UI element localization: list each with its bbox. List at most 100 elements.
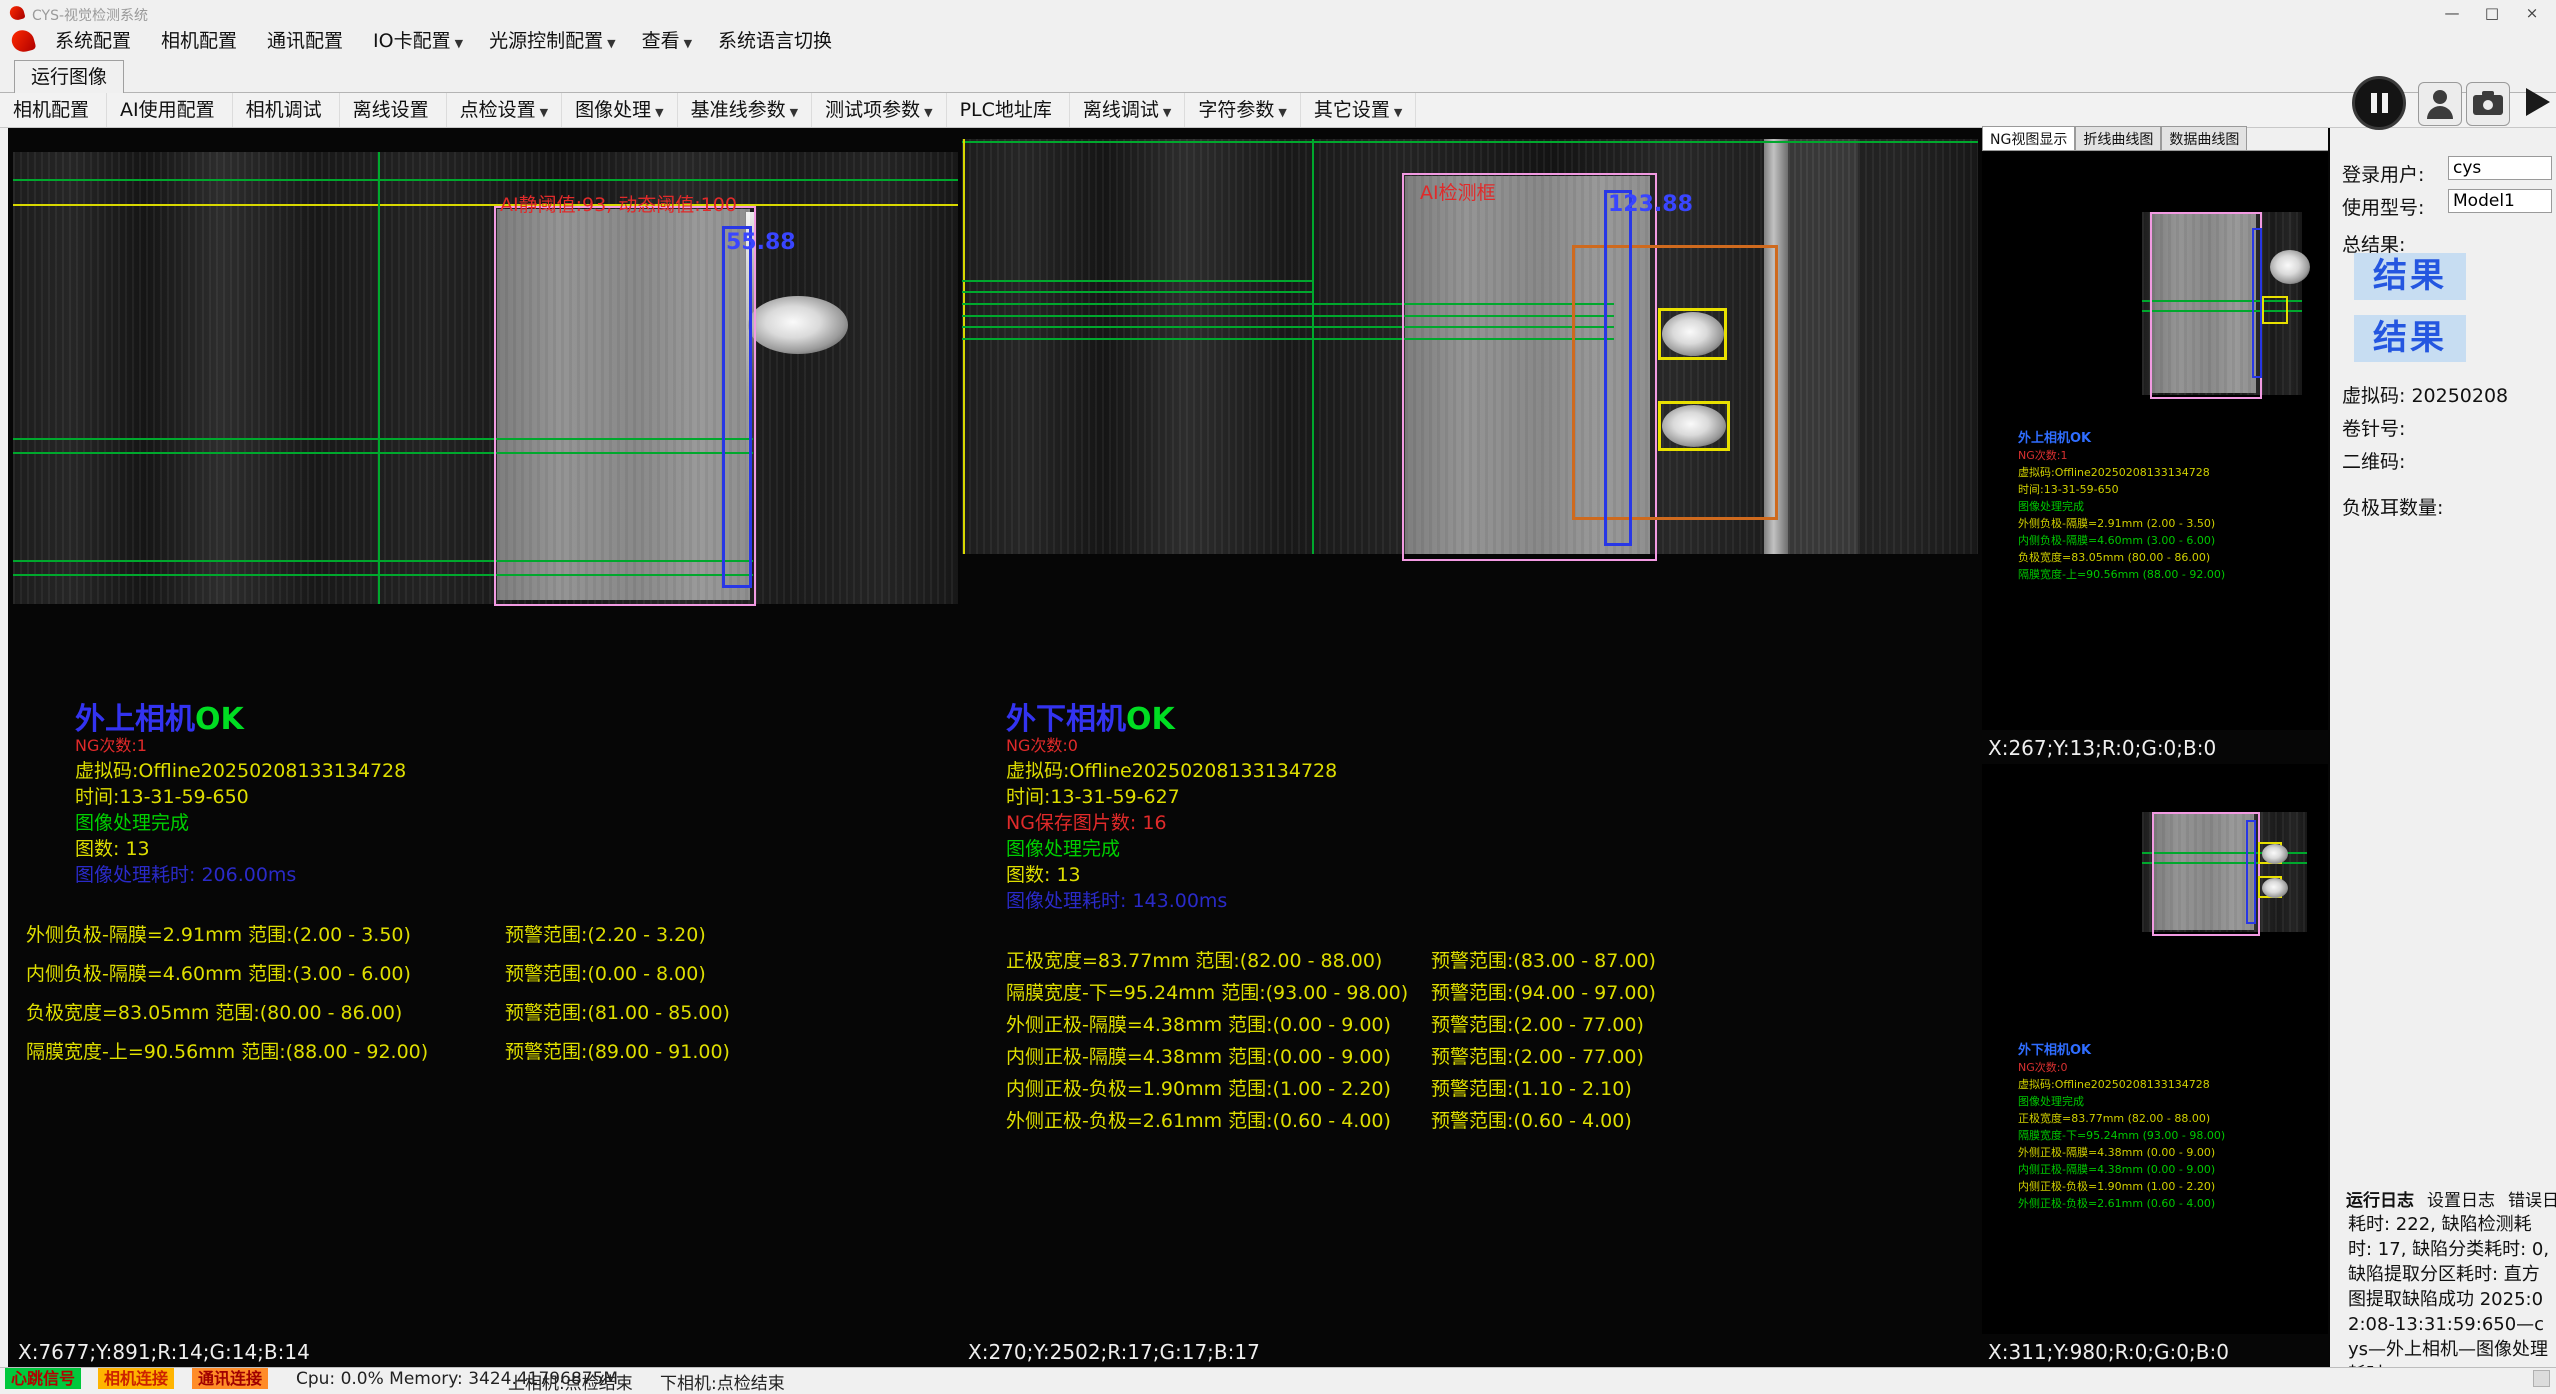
preview-text-line: NG次数:0 [2018, 1059, 2324, 1076]
toolbar-item[interactable]: 点检设置▼ [447, 93, 562, 127]
preview-text-line: 图像处理完成 [2018, 1093, 2324, 1110]
toolbar-item-label: 测试项参数 [825, 99, 920, 121]
reference-overlay-line [963, 139, 965, 554]
time-text: 时间:13-31-59-650 [75, 782, 249, 809]
anode-tab-count-label: 负极耳数量: [2342, 493, 2443, 520]
tab-detect-box [1658, 308, 1727, 360]
menu-item-label: 光源控制配置 [489, 30, 603, 52]
ng-preview-upper-text: 外上相机OKNG次数:1虚拟码:Offline20250208133134728… [2018, 430, 2324, 583]
warning-range-text: 预警范围:(0.00 - 8.00) [505, 959, 706, 986]
measurement-row: 隔膜宽度-上=90.56mm 范围:(88.00 - 92.00) 预警范围:(… [26, 1037, 956, 1076]
toolbar-item-label: 其它设置 [1314, 99, 1390, 121]
login-user-field[interactable] [2448, 156, 2552, 180]
camera-icon-top [2482, 91, 2494, 96]
pause-button[interactable] [2352, 76, 2406, 130]
toolbar-item[interactable]: 离线设置 [340, 93, 447, 127]
toolbar-item-label: 图像处理 [575, 99, 651, 121]
mini-detect-box [2152, 812, 2260, 936]
chevron-down-icon: ▼ [607, 37, 615, 50]
preview-text-line: 外侧负极-隔膜=2.91mm (2.00 - 3.50) [2018, 515, 2324, 532]
heartbeat-badge: 心跳信号 [5, 1368, 81, 1389]
preview-lower-coords: X:311;Y:980;R:0;G:0;B:0 [1988, 1340, 2229, 1364]
measurement-value-text: 负极宽度=83.05mm 范围:(80.00 - 86.00) [26, 998, 402, 1025]
edge-detect-box [722, 226, 752, 588]
menu-item-label: 查看 [642, 30, 680, 52]
log-tab-strip: 运行日志设置日志错误日志 [2346, 1186, 2556, 1211]
maximize-button[interactable]: □ [2472, 0, 2512, 26]
upper-cam-check-text: 上相机:点检结束 [508, 1369, 633, 1394]
cursor-arrow-icon[interactable] [2526, 88, 2550, 116]
chevron-down-icon: ▼ [790, 106, 798, 119]
time-text: 时间:13-31-59-627 [1006, 782, 1180, 809]
preview-text-line: 外下相机OK [2018, 1042, 2324, 1059]
edge-detect-box [1604, 190, 1632, 546]
measure-line [962, 291, 1312, 293]
preview-text-line: 外侧正极-隔膜=4.38mm (0.00 - 9.00) [2018, 1144, 2324, 1161]
ng-view-tab[interactable]: 数据曲线图 [2161, 126, 2247, 150]
menu-item-label: IO卡配置 [373, 30, 451, 52]
measurement-value-text: 外侧负极-隔膜=2.91mm 范围:(2.00 - 3.50) [26, 920, 411, 947]
menu-item[interactable]: 光源控制配置 ▼ [476, 26, 628, 56]
measurement-value-text: 内侧正极-隔膜=4.38mm 范围:(0.00 - 9.00) [1006, 1042, 1391, 1069]
warning-range-text: 预警范围:(83.00 - 87.00) [1431, 946, 1656, 973]
toolbar-item[interactable]: 相机调试 [233, 93, 340, 127]
view-tab-strip: 运行图像 [0, 56, 2556, 93]
model-field[interactable] [2448, 189, 2552, 213]
measurement-row: 外侧正极-隔膜=4.38mm 范围:(0.00 - 9.00) 预警范围:(2.… [1006, 1010, 1966, 1042]
warning-range-text: 预警范围:(2.00 - 77.00) [1431, 1042, 1644, 1069]
roller-band [1788, 139, 1858, 554]
toolbar-item[interactable]: 测试项参数▼ [812, 93, 946, 127]
virtual-code-text: 虚拟码:Offline20250208133134728 [1006, 756, 1337, 783]
menu-item-label: 系统语言切换 [718, 30, 832, 52]
ai-frame-label: AI检测框 [1420, 178, 1496, 205]
ng-view-tab[interactable]: NG视图显示 [1982, 126, 2075, 150]
resize-grip[interactable] [2533, 1370, 2550, 1387]
menu-item[interactable]: 系统配置 [42, 26, 148, 56]
toolbar-item[interactable]: 字符参数▼ [1185, 93, 1300, 127]
chevron-down-icon: ▼ [1394, 106, 1402, 119]
menu-item[interactable]: IO卡配置▼ [360, 26, 476, 56]
preview-text-line: 虚拟码:Offline20250208133134728 [2018, 464, 2324, 481]
mini-detect-box [2150, 212, 2262, 399]
log-tab[interactable]: 运行日志 [2346, 1186, 2414, 1211]
camera-button[interactable] [2466, 82, 2510, 126]
mini-tab-blob [2262, 844, 2288, 864]
tab-run-image[interactable]: 运行图像 [14, 60, 124, 94]
close-button[interactable]: × [2512, 0, 2552, 26]
preview-text-line: 图像处理完成 [2018, 498, 2324, 515]
toolbar-item[interactable]: 基准线参数▼ [678, 93, 812, 127]
preview-upper-coords: X:267;Y:13;R:0;G:0;B:0 [1988, 736, 2216, 760]
toolbar-item[interactable]: 相机配置 [0, 93, 107, 127]
model-label: 使用型号: [2342, 193, 2424, 220]
toolbar-item[interactable]: 其它设置 ▼ [1301, 93, 1416, 127]
ai-threshold-overlay: AI静阈值:93, 动态阈值:100 [500, 190, 737, 217]
measurement-value-text: 隔膜宽度-上=90.56mm 范围:(88.00 - 92.00) [26, 1037, 428, 1064]
toolbar-item[interactable]: 离线调试▼ [1070, 93, 1185, 127]
menu-item[interactable]: 查看▼ [629, 26, 705, 56]
chevron-down-icon: ▼ [1278, 106, 1286, 119]
title-bar: CYS-视觉检测系统 — □ × [0, 0, 2556, 26]
warning-range-text: 预警范围:(2.20 - 3.20) [505, 920, 706, 947]
toolbar-item[interactable]: AI使用配置 [107, 93, 233, 127]
comm-link-badge: 通讯连接 [192, 1368, 268, 1389]
measurement-row: 外侧负极-隔膜=2.91mm 范围:(2.00 - 3.50) 预警范围:(2.… [26, 920, 956, 959]
toolbar-item-label: PLC地址库 [960, 99, 1052, 121]
log-tab[interactable]: 设置日志 [2427, 1186, 2495, 1211]
log-tab[interactable]: 错误日志 [2508, 1186, 2556, 1211]
menu-item[interactable]: 相机配置 [148, 26, 254, 56]
toolbar-item[interactable]: PLC地址库 [947, 93, 1070, 127]
minimize-button[interactable]: — [2432, 0, 2472, 26]
warning-range-text: 预警范围:(94.00 - 97.00) [1431, 978, 1656, 1005]
camera-icon [2473, 95, 2503, 115]
measurement-value-text: 内侧负极-隔膜=4.60mm 范围:(3.00 - 6.00) [26, 959, 411, 986]
menu-item[interactable]: 系统语言切换 [705, 26, 849, 56]
toolbar-item[interactable]: 图像处理▼ [562, 93, 677, 127]
menu-item[interactable]: 通讯配置 [254, 26, 360, 56]
ng-view-tab[interactable]: 折线曲线图 [2075, 126, 2161, 150]
upper-camera-image[interactable] [13, 152, 958, 604]
chevron-down-icon: ▼ [540, 106, 548, 119]
user-button[interactable] [2418, 82, 2462, 126]
measurement-row: 隔膜宽度-下=95.24mm 范围:(93.00 - 98.00) 预警范围:(… [1006, 978, 1966, 1010]
config-toolbar: 相机配置AI使用配置相机调试离线设置点检设置▼图像处理▼基准线参数▼测试项参数▼… [0, 93, 2556, 128]
mini-edge-box [2246, 820, 2256, 924]
